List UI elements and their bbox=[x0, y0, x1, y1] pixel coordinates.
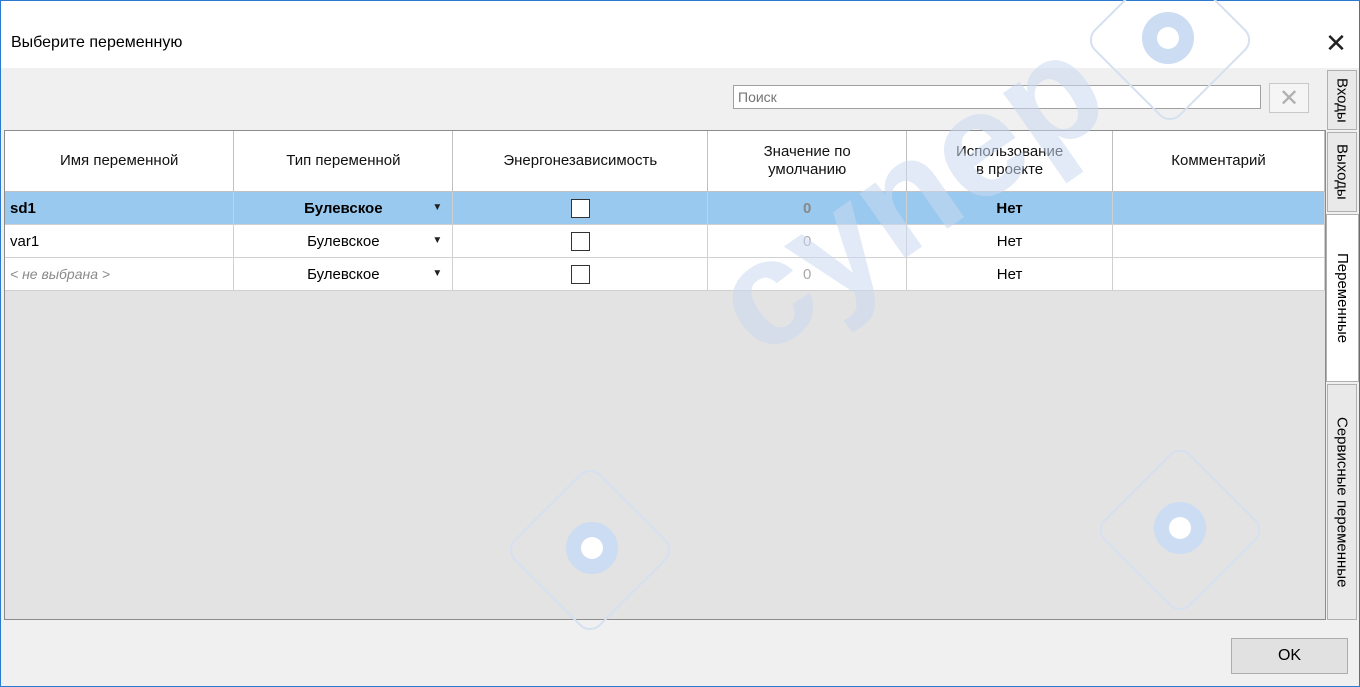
search-input[interactable] bbox=[733, 85, 1261, 109]
variable-type-select[interactable]: Булевское ▼ bbox=[233, 191, 454, 225]
variables-table: Имя переменной Тип переменной Энергонеза… bbox=[4, 130, 1326, 620]
variable-name-cell[interactable]: sd1 bbox=[5, 191, 235, 225]
default-value-cell[interactable]: 0 bbox=[707, 191, 908, 225]
title-bar: Выберите переменную ✕ bbox=[1, 1, 1359, 68]
column-header-default-line2: умолчанию bbox=[768, 161, 847, 178]
default-value-cell[interactable]: 0 bbox=[707, 257, 908, 291]
retain-checkbox[interactable] bbox=[570, 231, 590, 251]
select-variable-dialog: Выберите переменную ✕ ✕ Имя переменной Т… bbox=[0, 0, 1360, 687]
chevron-down-icon[interactable]: ▼ bbox=[422, 192, 452, 223]
ok-button[interactable]: OK bbox=[1231, 638, 1348, 674]
tab-service-variables[interactable]: Сервисные переменные bbox=[1327, 384, 1357, 620]
variable-name-cell[interactable]: < не выбрана > bbox=[5, 257, 235, 291]
clear-search-icon[interactable]: ✕ bbox=[1269, 83, 1309, 113]
default-value-cell[interactable]: 0 bbox=[707, 224, 908, 258]
column-header-default-line1: Значение по bbox=[763, 143, 851, 160]
column-header-comment[interactable]: Комментарий bbox=[1112, 131, 1325, 192]
retain-checkbox[interactable] bbox=[570, 264, 590, 284]
tab-outputs[interactable]: Выходы bbox=[1327, 132, 1357, 212]
column-header-default[interactable]: Значение по умолчанию bbox=[707, 131, 908, 192]
side-tab-strip: Входы Выходы Переменные Сервисные переме… bbox=[1326, 68, 1359, 624]
comment-cell[interactable] bbox=[1112, 257, 1325, 291]
retain-cell bbox=[452, 224, 709, 258]
variable-type-select[interactable]: Булевское ▼ bbox=[233, 257, 454, 291]
variable-type-value: Булевское bbox=[304, 199, 383, 217]
tab-inputs[interactable]: Входы bbox=[1327, 70, 1357, 130]
column-header-retain[interactable]: Энергонезависимость bbox=[452, 131, 709, 192]
usage-cell: Нет bbox=[906, 257, 1114, 291]
close-icon[interactable]: ✕ bbox=[1313, 23, 1359, 63]
column-header-usage-line1: Использование bbox=[955, 143, 1064, 160]
table-row[interactable]: var1 Булевское ▼ 0 Нет bbox=[5, 224, 1325, 258]
column-header-name[interactable]: Имя переменной bbox=[5, 131, 235, 192]
usage-cell: Нет bbox=[906, 224, 1114, 258]
table-row[interactable]: sd1 Булевское ▼ 0 Нет bbox=[5, 191, 1325, 225]
variable-name-cell[interactable]: var1 bbox=[5, 224, 235, 258]
retain-cell bbox=[452, 257, 709, 291]
retain-cell bbox=[452, 191, 709, 225]
tab-variables[interactable]: Переменные bbox=[1326, 214, 1359, 382]
chevron-down-icon[interactable]: ▼ bbox=[422, 225, 452, 256]
variable-type-select[interactable]: Булевское ▼ bbox=[233, 224, 454, 258]
comment-cell[interactable] bbox=[1112, 191, 1325, 225]
table-row[interactable]: < не выбрана > Булевское ▼ 0 Нет bbox=[5, 257, 1325, 291]
table-header-row: Имя переменной Тип переменной Энергонеза… bbox=[5, 131, 1325, 192]
chevron-down-icon[interactable]: ▼ bbox=[422, 258, 452, 289]
dialog-title: Выберите переменную bbox=[11, 34, 183, 51]
column-header-usage-line2: в проекте bbox=[976, 161, 1044, 178]
column-header-usage[interactable]: Использование в проекте bbox=[906, 131, 1114, 192]
usage-cell: Нет bbox=[906, 191, 1114, 225]
variable-type-value: Булевское bbox=[307, 232, 380, 250]
column-header-type[interactable]: Тип переменной bbox=[233, 131, 454, 192]
retain-checkbox[interactable] bbox=[570, 198, 590, 218]
comment-cell[interactable] bbox=[1112, 224, 1325, 258]
variable-type-value: Булевское bbox=[307, 265, 380, 283]
